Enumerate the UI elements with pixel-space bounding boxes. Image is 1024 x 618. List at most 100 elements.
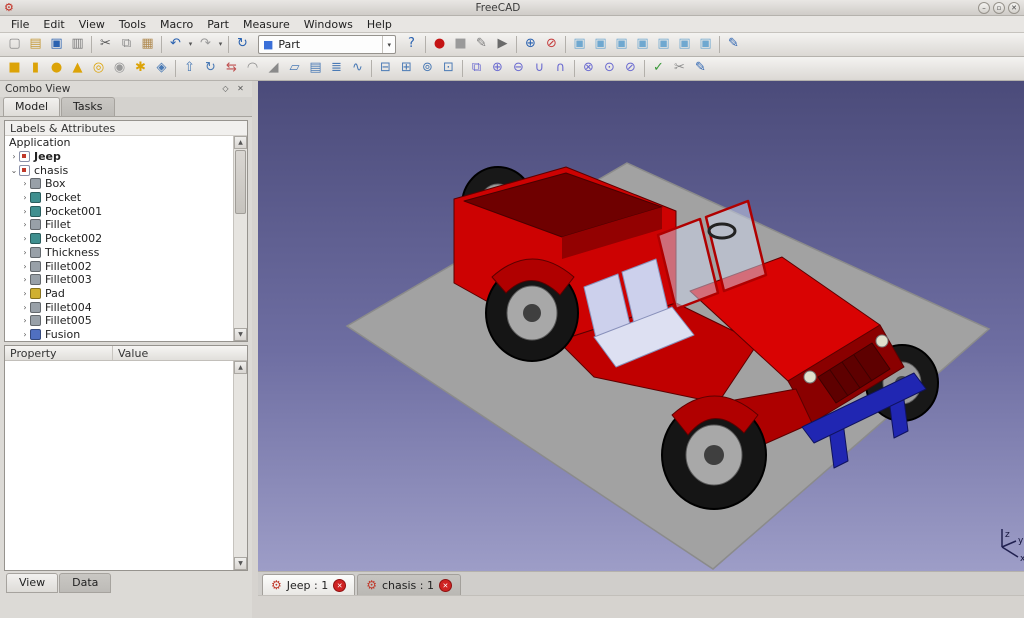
- expand-arrow-icon[interactable]: ›: [20, 220, 30, 229]
- macro-execute-icon[interactable]: ▶: [492, 34, 513, 55]
- boolean-cut-icon[interactable]: ⊖: [508, 58, 529, 79]
- property-column-value[interactable]: Value: [113, 346, 153, 360]
- undo-icon[interactable]: ↶: [165, 34, 186, 55]
- expand-arrow-icon[interactable]: ›: [9, 152, 19, 161]
- copy-icon[interactable]: ⧉: [116, 34, 137, 55]
- close-button[interactable]: ✕: [1008, 2, 1020, 14]
- menu-part[interactable]: Part: [200, 17, 236, 32]
- 3d-scene[interactable]: z y x: [258, 81, 1024, 571]
- rear-view-icon[interactable]: ▣: [653, 34, 674, 55]
- float-panel-button[interactable]: ◇: [219, 83, 232, 96]
- tree-item-fillet002[interactable]: ›Fillet002: [5, 259, 233, 273]
- part-primitives-icon[interactable]: ✱: [130, 58, 151, 79]
- paste-icon[interactable]: ▦: [137, 34, 158, 55]
- expand-arrow-icon[interactable]: ›: [20, 303, 30, 312]
- scroll-down-button[interactable]: ▼: [234, 557, 247, 570]
- expand-arrow-icon[interactable]: ›: [20, 262, 30, 271]
- menu-file[interactable]: File: [4, 17, 36, 32]
- join-connect-icon[interactable]: ⊗: [578, 58, 599, 79]
- expand-arrow-icon[interactable]: ›: [20, 275, 30, 284]
- menu-edit[interactable]: Edit: [36, 17, 71, 32]
- loft-icon[interactable]: ≣: [326, 58, 347, 79]
- close-document-icon[interactable]: ✕: [333, 579, 346, 592]
- scroll-up-button[interactable]: ▲: [234, 136, 247, 149]
- property-body[interactable]: [5, 361, 233, 570]
- tab-model[interactable]: Model: [3, 97, 60, 116]
- bottom-view-icon[interactable]: ▣: [674, 34, 695, 55]
- save-icon[interactable]: ▣: [46, 34, 67, 55]
- mirror-icon[interactable]: ⇆: [221, 58, 242, 79]
- tree-item-thickness[interactable]: ›Thickness: [5, 246, 233, 260]
- undo-dropdown-caret[interactable]: ▾: [186, 34, 195, 55]
- close-panel-button[interactable]: ✕: [234, 83, 247, 96]
- collapse-arrow-icon[interactable]: ⌄: [9, 166, 19, 175]
- fillet-icon[interactable]: ◠: [242, 58, 263, 79]
- compound-icon[interactable]: ⧉: [466, 58, 487, 79]
- property-column-property[interactable]: Property: [5, 346, 113, 360]
- macro-record-icon[interactable]: ●: [429, 34, 450, 55]
- make-face-icon[interactable]: ▱: [284, 58, 305, 79]
- redo-dropdown-caret[interactable]: ▾: [216, 34, 225, 55]
- document-tab-jeep-1[interactable]: ⚙Jeep : 1✕: [262, 574, 355, 595]
- part-cone-icon[interactable]: ▲: [67, 58, 88, 79]
- close-document-icon[interactable]: ✕: [439, 579, 452, 592]
- document-tab-chasis-1[interactable]: ⚙chasis : 1✕: [357, 574, 461, 595]
- menu-macro[interactable]: Macro: [153, 17, 200, 32]
- tree-scrollbar[interactable]: ▲ ▼: [233, 136, 247, 341]
- menu-view[interactable]: View: [72, 17, 112, 32]
- property-scrollbar[interactable]: ▲ ▼: [233, 361, 247, 570]
- menu-measure[interactable]: Measure: [236, 17, 297, 32]
- tree-item-pocket002[interactable]: ›Pocket002: [5, 232, 233, 246]
- right-view-icon[interactable]: ▣: [632, 34, 653, 55]
- tree-item-fillet003[interactable]: ›Fillet003: [5, 273, 233, 287]
- 3d-viewport[interactable]: z y x: [258, 81, 1024, 571]
- print-icon[interactable]: ▥: [67, 34, 88, 55]
- ruled-surface-icon[interactable]: ▤: [305, 58, 326, 79]
- thickness-icon[interactable]: ⊡: [438, 58, 459, 79]
- draw-style-icon[interactable]: ⊘: [541, 34, 562, 55]
- check-geometry-icon[interactable]: ✓: [648, 58, 669, 79]
- top-view-icon[interactable]: ▣: [611, 34, 632, 55]
- expand-arrow-icon[interactable]: ›: [20, 207, 30, 216]
- section-icon[interactable]: ⊟: [375, 58, 396, 79]
- tree-item-pocket001[interactable]: ›Pocket001: [5, 204, 233, 218]
- part-torus-icon[interactable]: ◎: [88, 58, 109, 79]
- cut-icon[interactable]: ✂: [95, 34, 116, 55]
- fit-all-icon[interactable]: ⊕: [520, 34, 541, 55]
- macro-stop-icon[interactable]: ■: [450, 34, 471, 55]
- expand-arrow-icon[interactable]: ›: [20, 316, 30, 325]
- scroll-up-button[interactable]: ▲: [234, 361, 247, 374]
- open-document-icon[interactable]: ▤: [25, 34, 46, 55]
- refresh-icon[interactable]: ↻: [232, 34, 253, 55]
- tree-item-fillet005[interactable]: ›Fillet005: [5, 314, 233, 328]
- maximize-button[interactable]: ▫: [993, 2, 1005, 14]
- left-view-icon[interactable]: ▣: [695, 34, 716, 55]
- revolve-icon[interactable]: ↻: [200, 58, 221, 79]
- offset-icon[interactable]: ⊚: [417, 58, 438, 79]
- tree-item-jeep[interactable]: ›Jeep: [5, 150, 233, 164]
- boolean-intersection-icon[interactable]: ∩: [550, 58, 571, 79]
- minimize-button[interactable]: –: [978, 2, 990, 14]
- measure-distance-icon[interactable]: ✎: [723, 34, 744, 55]
- workbench-selector[interactable]: ■ Part ▾: [258, 35, 396, 54]
- menu-help[interactable]: Help: [360, 17, 399, 32]
- expand-arrow-icon[interactable]: ›: [20, 234, 30, 243]
- extrude-icon[interactable]: ⇧: [179, 58, 200, 79]
- tab-tasks[interactable]: Tasks: [61, 97, 114, 116]
- scroll-thumb[interactable]: [235, 150, 246, 214]
- scroll-down-button[interactable]: ▼: [234, 328, 247, 341]
- tree-item-pocket[interactable]: ›Pocket: [5, 191, 233, 205]
- tree-item-fusion[interactable]: ›Fusion: [5, 328, 233, 341]
- join-embed-icon[interactable]: ⊙: [599, 58, 620, 79]
- axonometric-view-icon[interactable]: ▣: [569, 34, 590, 55]
- chamfer-icon[interactable]: ◢: [263, 58, 284, 79]
- measure-linear-icon[interactable]: ✎: [690, 58, 711, 79]
- expand-arrow-icon[interactable]: ›: [20, 289, 30, 298]
- expand-arrow-icon[interactable]: ›: [20, 179, 30, 188]
- new-document-icon[interactable]: ▢: [4, 34, 25, 55]
- tree-item-pad[interactable]: ›Pad: [5, 287, 233, 301]
- boolean-icon[interactable]: ⊕: [487, 58, 508, 79]
- redo-icon[interactable]: ↷: [195, 34, 216, 55]
- tree-item-chasis[interactable]: ⌄chasis: [5, 163, 233, 177]
- tree-root-application[interactable]: Application: [5, 136, 233, 150]
